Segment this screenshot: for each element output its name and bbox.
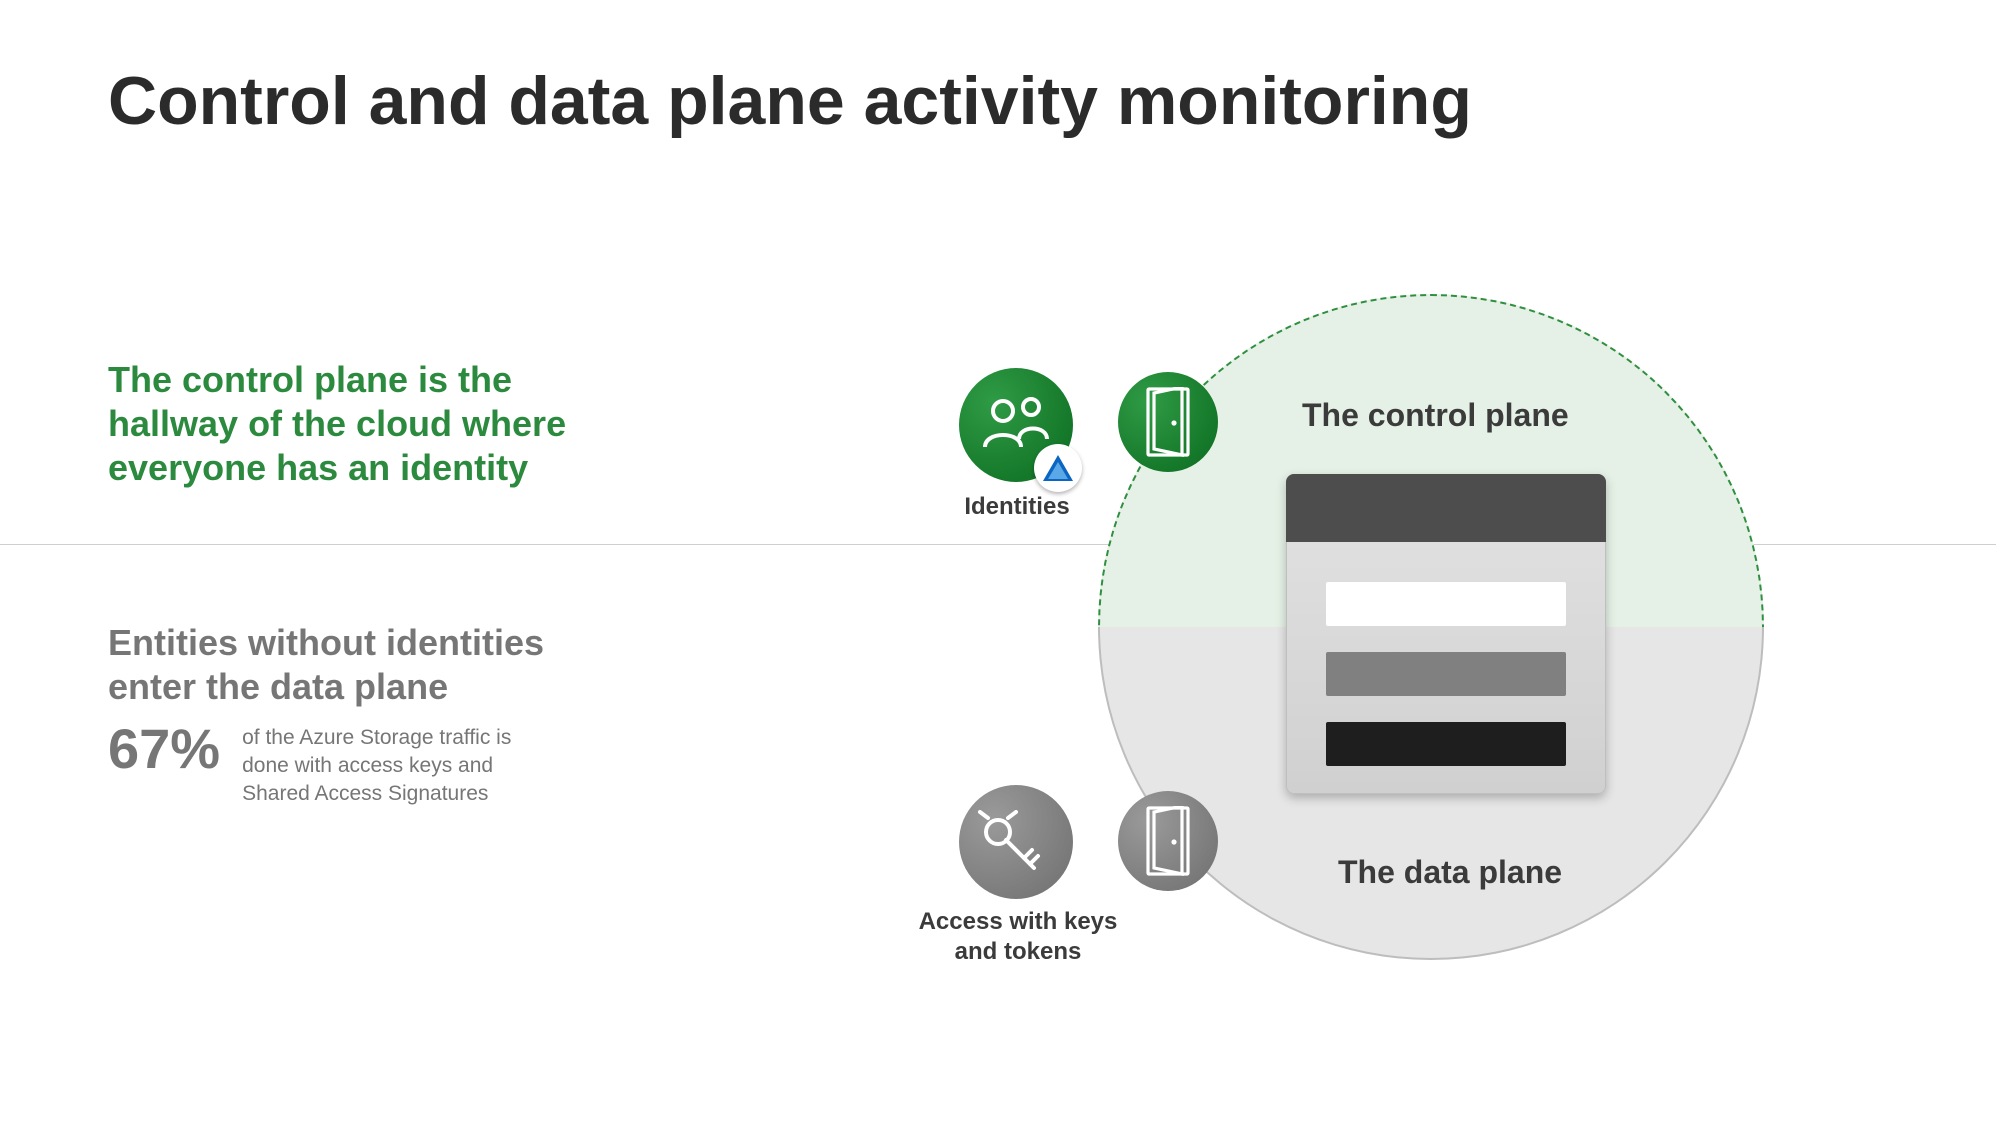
resource-card [1286, 474, 1606, 794]
control-plane-label: The control plane [1302, 397, 1569, 434]
keys-tokens-caption: Access with keys and tokens [914, 907, 1122, 967]
data-plane-label: The data plane [1338, 854, 1562, 891]
door-icon [1118, 372, 1218, 472]
stat-block: 67% of the Azure Storage traffic is done… [108, 721, 552, 808]
resource-row-mid [1326, 652, 1566, 696]
slide-title: Control and data plane activity monitori… [108, 62, 1472, 140]
key-icon [959, 785, 1073, 899]
slide: Control and data plane activity monitori… [0, 0, 1996, 1125]
identities-caption: Identities [952, 493, 1082, 521]
door-icon [1118, 791, 1218, 891]
azure-ad-overlay-icon [1034, 444, 1082, 492]
stat-description: of the Azure Storage traffic is done wit… [242, 721, 552, 808]
resource-row-dark [1326, 722, 1566, 766]
resource-card-header [1286, 474, 1606, 542]
resource-row-light [1326, 582, 1566, 626]
data-plane-tagline: Entities without identities enter the da… [108, 621, 568, 709]
stat-value: 67% [108, 721, 220, 777]
control-plane-tagline: The control plane is the hallway of the … [108, 358, 568, 490]
